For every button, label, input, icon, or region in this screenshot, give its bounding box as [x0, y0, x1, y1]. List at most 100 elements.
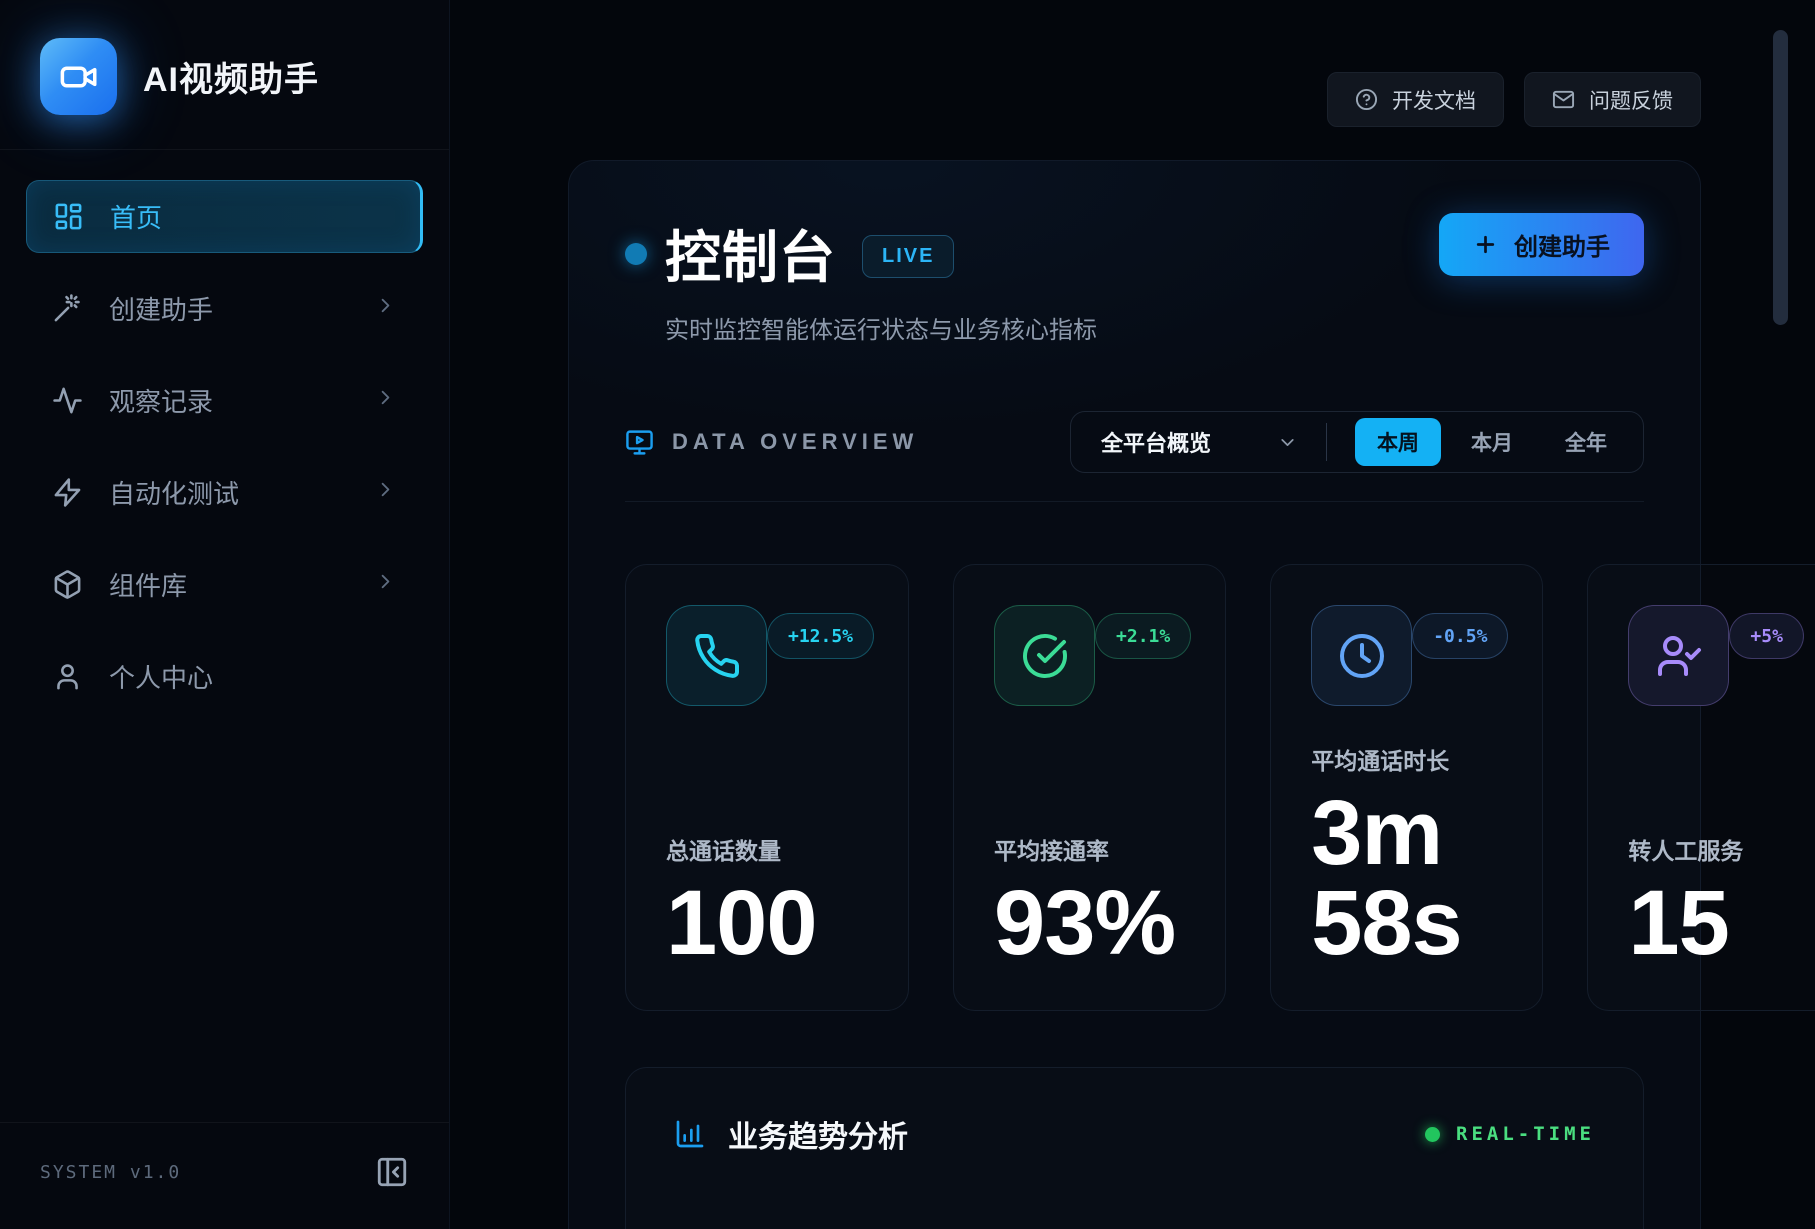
- stat-value: 93%: [994, 878, 1189, 968]
- user-icon: [52, 661, 83, 692]
- zap-icon: [52, 477, 83, 508]
- card-top: +12.5%: [666, 605, 874, 706]
- tab-this-week[interactable]: 本周: [1355, 418, 1441, 466]
- phone-icon: [693, 632, 741, 680]
- console-panel: 控制台 LIVE 创建助手 实时监控智能体运行状态与业务核心指标 DATA OV…: [568, 160, 1701, 1229]
- app-title: AI视频助手: [143, 52, 319, 101]
- period-tabs: 本周 本月 全年: [1355, 418, 1629, 466]
- sidebar-footer: SYSTEM v1.0: [0, 1122, 449, 1229]
- stat-icon-tile: [1628, 605, 1729, 706]
- chevron-right-icon: [374, 569, 397, 600]
- activity-icon: [52, 385, 83, 416]
- sidebar-item-observation-log[interactable]: 观察记录: [26, 364, 423, 437]
- tab-this-month[interactable]: 本月: [1449, 418, 1535, 466]
- console-title-row: 控制台 LIVE: [625, 213, 954, 294]
- stat-icon-tile: [666, 605, 767, 706]
- system-version: SYSTEM v1.0: [40, 1162, 181, 1183]
- chevron-right-icon: [374, 477, 397, 508]
- stat-value: 100: [666, 878, 861, 968]
- trend-analysis-card: 业务趋势分析 REAL-TIME: [625, 1067, 1644, 1229]
- vertical-scrollbar[interactable]: [1773, 30, 1788, 325]
- stat-card-human-transfer: +5% 转人工服务 15: [1587, 564, 1815, 1011]
- bar-chart-icon: [674, 1118, 706, 1150]
- video-camera-icon: [58, 56, 100, 98]
- sidebar-header: AI视频助手: [0, 0, 449, 150]
- plus-icon: [1473, 232, 1498, 257]
- check-circle-icon: [1021, 632, 1069, 680]
- chevron-down-icon[interactable]: [1277, 432, 1298, 453]
- card-top: +2.1%: [994, 605, 1191, 706]
- app-logo: [40, 38, 117, 115]
- sidebar-item-label: 首页: [110, 198, 162, 235]
- sidebar-item-home[interactable]: 首页: [26, 180, 423, 253]
- trend-title: 业务趋势分析: [728, 1112, 908, 1156]
- card-bottom: 转人工服务 15: [1628, 832, 1804, 968]
- sidebar-item-label: 自动化测试: [109, 474, 239, 511]
- trend-title-group: 业务趋势分析: [674, 1112, 908, 1156]
- platform-dropdown[interactable]: 全平台概览: [1101, 426, 1211, 458]
- main-area: 开发文档 问题反馈 控制台 LIVE 创建助手 实时监控智能体运行状态与业务核心…: [450, 0, 1815, 1229]
- live-badge: LIVE: [862, 235, 954, 278]
- data-overview-label: DATA OVERVIEW: [672, 429, 918, 455]
- card-bottom: 平均通话时长 3m 58s: [1311, 742, 1508, 968]
- delta-badge: +12.5%: [767, 613, 874, 659]
- sidebar: AI视频助手 首页 创建助手 观察记录: [0, 0, 450, 1229]
- stat-icon-tile: [1311, 605, 1412, 706]
- card-bottom: 平均接通率 93%: [994, 832, 1191, 968]
- card-top: -0.5%: [1311, 605, 1508, 706]
- page-title: 控制台: [665, 213, 836, 294]
- layout-dashboard-icon: [53, 201, 84, 232]
- sidebar-item-personal-center[interactable]: 个人中心: [26, 640, 423, 713]
- clock-icon: [1338, 632, 1386, 680]
- panel-collapse-icon: [375, 1155, 409, 1189]
- stat-value: 3m 58s: [1311, 788, 1506, 968]
- card-top: +5%: [1628, 605, 1804, 706]
- stat-card-answer-rate: +2.1% 平均接通率 93%: [953, 564, 1226, 1011]
- dev-docs-button[interactable]: 开发文档: [1327, 72, 1504, 127]
- stat-cards-row: +12.5% 总通话数量 100 +2.1% 平均接通率: [625, 564, 1644, 1011]
- console-header: 控制台 LIVE 创建助手: [625, 213, 1644, 294]
- stat-label: 转人工服务: [1628, 832, 1804, 866]
- stat-label: 平均通话时长: [1311, 742, 1508, 776]
- feedback-label: 问题反馈: [1589, 85, 1673, 115]
- dev-docs-label: 开发文档: [1392, 85, 1476, 115]
- topbar: 开发文档 问题反馈: [1327, 72, 1701, 127]
- page-subtitle: 实时监控智能体运行状态与业务核心指标: [665, 310, 1644, 345]
- sidebar-item-automation-test[interactable]: 自动化测试: [26, 456, 423, 529]
- magic-wand-icon: [52, 293, 83, 324]
- sidebar-item-label: 组件库: [109, 566, 187, 603]
- feedback-button[interactable]: 问题反馈: [1524, 72, 1701, 127]
- chevron-right-icon: [374, 385, 397, 416]
- stat-value: 15: [1628, 878, 1804, 968]
- sidebar-nav: 首页 创建助手 观察记录 自动化测试: [0, 150, 449, 713]
- card-bottom: 总通话数量 100: [666, 832, 874, 968]
- sidebar-item-label: 观察记录: [109, 382, 213, 419]
- delta-badge: +5%: [1729, 613, 1804, 659]
- green-status-dot: [1425, 1127, 1440, 1142]
- stat-card-avg-duration: -0.5% 平均通话时长 3m 58s: [1270, 564, 1543, 1011]
- help-circle-icon: [1355, 88, 1378, 111]
- realtime-status: REAL-TIME: [1425, 1123, 1595, 1145]
- mail-icon: [1552, 88, 1575, 111]
- sidebar-item-component-library[interactable]: 组件库: [26, 548, 423, 621]
- cube-icon: [52, 569, 83, 600]
- create-assistant-label: 创建助手: [1514, 227, 1610, 262]
- user-check-icon: [1655, 632, 1703, 680]
- sidebar-item-label: 创建助手: [109, 290, 213, 327]
- tab-full-year[interactable]: 全年: [1543, 418, 1629, 466]
- sidebar-collapse-button[interactable]: [375, 1155, 409, 1189]
- sidebar-item-label: 个人中心: [109, 658, 213, 695]
- stat-label: 总通话数量: [666, 832, 874, 866]
- data-overview-heading: DATA OVERVIEW: [625, 428, 918, 457]
- monitor-play-icon: [625, 428, 654, 457]
- delta-badge: +2.1%: [1095, 613, 1191, 659]
- sidebar-item-create-assistant[interactable]: 创建助手: [26, 272, 423, 345]
- realtime-label: REAL-TIME: [1456, 1123, 1595, 1145]
- chevron-right-icon: [374, 293, 397, 324]
- create-assistant-button[interactable]: 创建助手: [1439, 213, 1644, 276]
- stat-icon-tile: [994, 605, 1095, 706]
- delta-badge: -0.5%: [1412, 613, 1508, 659]
- trend-header: 业务趋势分析 REAL-TIME: [674, 1112, 1595, 1156]
- divider: [1326, 423, 1327, 461]
- overview-controls: 全平台概览 本周 本月 全年: [1070, 411, 1644, 473]
